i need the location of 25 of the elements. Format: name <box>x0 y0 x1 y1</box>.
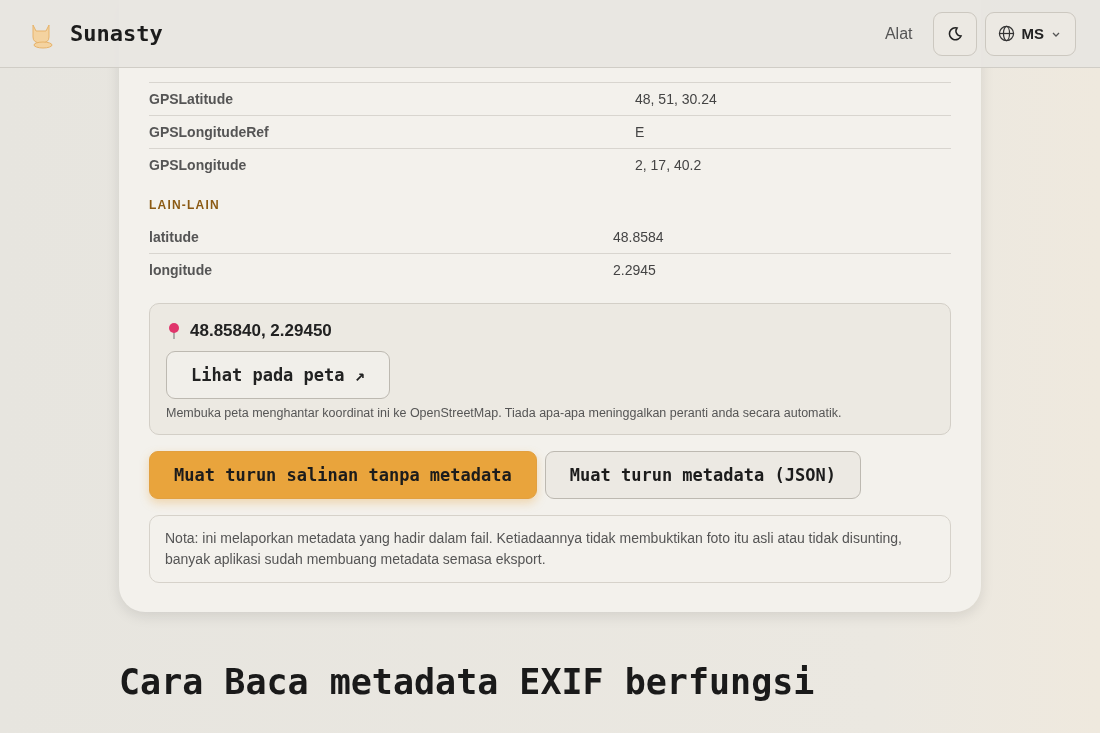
metadata-value: 2.2945 <box>613 262 657 278</box>
metadata-value: E <box>635 124 646 140</box>
brand-name[interactable]: Sunasty <box>70 21 163 46</box>
download-button[interactable]: Muat turun metadata (JSON) <box>544 451 861 499</box>
metadata-value: 48, 51, 30.24 <box>635 91 718 107</box>
section-heading: Cara Baca metadata EXIF berfungsi <box>119 662 816 702</box>
map-note: Membuka peta menghantar koordinat ini ke OpenStreetMap. Tiada apa-apa meninggalkan peranti anda secara automatik. <box>166 406 843 420</box>
metadata-value: 48.8584 <box>613 229 665 245</box>
nav-link[interactable]: Alat <box>884 24 913 43</box>
section-title: LAIN-LAIN <box>149 197 221 214</box>
globe-icon <box>997 25 1015 42</box>
metadata-value: 2, 17, 40.2 <box>635 157 703 173</box>
metadata-key: latitude <box>149 229 613 245</box>
pin-icon <box>166 322 182 340</box>
coordinates-text: 48.85840, 2.29450 <box>190 321 332 341</box>
language-button[interactable]: MS <box>984 11 1076 56</box>
theme-toggle-button[interactable] <box>932 11 977 56</box>
metadata-key: GPSLongitude <box>149 157 635 173</box>
metadata-key: GPSLongitudeRef <box>149 124 635 140</box>
view-map-button[interactable]: Lihat pada peta ↗ <box>166 351 390 399</box>
metadata-key: longitude <box>149 262 613 278</box>
moon-icon <box>946 25 963 42</box>
download-button[interactable]: Muat turun salinan tanpa metadata <box>149 451 537 499</box>
disclaimer-note: Nota: ini melaporkan metadata yang hadir dalam fail. Ketiadaannya tidak membuktikan foto itu asli atau tidak disunting, banyak aplikasi sudah membuang metadata semasa eksport. <box>149 515 951 583</box>
metadata-key: GPSLatitude <box>149 91 635 107</box>
